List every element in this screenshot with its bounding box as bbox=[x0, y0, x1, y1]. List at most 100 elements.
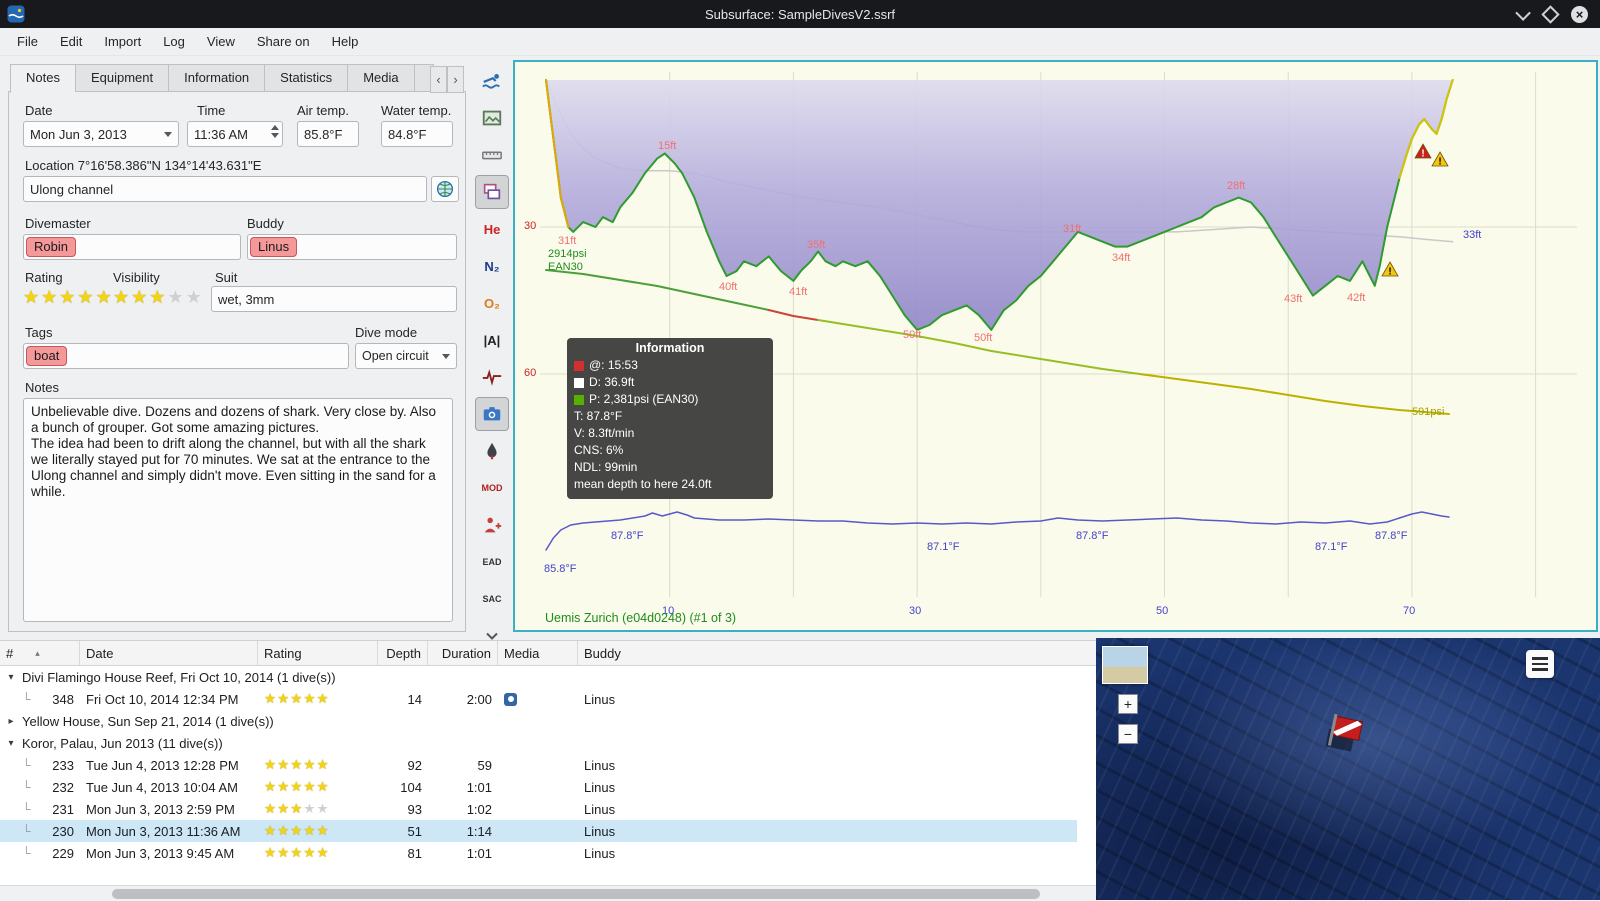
air-temp-field[interactable] bbox=[297, 121, 359, 147]
star-filled-icon[interactable]: ★ bbox=[59, 287, 77, 307]
star-filled-icon: ★ bbox=[264, 801, 278, 816]
star-filled-icon[interactable]: ★ bbox=[23, 287, 41, 307]
dive-row[interactable]: └ 231 Mon Jun 3, 2013 2:59 PM ★ ★ ★ ★ ★ 93 1:02 Li… bbox=[0, 798, 1077, 820]
info-box-row: T: 87.8°F bbox=[574, 409, 623, 423]
star-filled-icon[interactable]: ★ bbox=[41, 287, 59, 307]
buddy-field[interactable]: Linus bbox=[247, 234, 457, 260]
tab-information[interactable]: Information bbox=[168, 64, 265, 92]
dive-row[interactable]: └ 232 Tue Jun 4, 2013 10:04 AM ★ ★ ★ ★ ★ 104 1:01… bbox=[0, 776, 1077, 798]
minimize-icon[interactable] bbox=[1515, 4, 1531, 21]
column-header-date[interactable]: Date bbox=[80, 641, 258, 665]
titlebar[interactable]: Subsurface: SampleDivesV2.ssrf × bbox=[0, 0, 1600, 28]
toolbar-o2-button[interactable]: O₂ bbox=[475, 286, 509, 320]
menu-file[interactable]: File bbox=[6, 30, 49, 53]
map-inset-thumbnail[interactable] bbox=[1102, 646, 1148, 684]
star-empty-icon[interactable]: ★ bbox=[167, 287, 185, 307]
toolbar-show-photos-button[interactable] bbox=[475, 175, 509, 209]
heart-rate-icon bbox=[482, 369, 502, 386]
dive-date: Tue Jun 4, 2013 12:28 PM bbox=[86, 757, 239, 773]
trip-row[interactable]: ▾ Koror, Palau, Jun 2013 (11 dive(s)) bbox=[0, 732, 1077, 754]
divemaster-chip[interactable]: Robin bbox=[26, 237, 76, 257]
map-zoom-in-button[interactable]: + bbox=[1118, 694, 1138, 714]
column-header-num[interactable]: # ▴ bbox=[0, 641, 80, 665]
column-header-depth[interactable]: Depth bbox=[378, 641, 428, 665]
maximize-icon[interactable] bbox=[1541, 4, 1560, 24]
toolbar-tissues-button[interactable]: |A| bbox=[475, 323, 509, 357]
star-filled-icon: ★ bbox=[264, 779, 278, 794]
tab-statistics[interactable]: Statistics bbox=[264, 64, 348, 92]
column-header-buddy[interactable]: Buddy bbox=[578, 641, 1096, 665]
toolbar-photo-button[interactable] bbox=[475, 397, 509, 431]
star-filled-icon[interactable]: ★ bbox=[96, 287, 114, 307]
time-spin-icons[interactable] bbox=[271, 125, 279, 138]
tag-chip[interactable]: boat bbox=[26, 346, 68, 366]
close-icon[interactable]: × bbox=[1571, 5, 1588, 23]
column-header-rating[interactable]: Rating bbox=[258, 641, 378, 665]
toolbar-picture-frame-button[interactable] bbox=[475, 101, 509, 135]
map-zoom-out-button[interactable]: − bbox=[1118, 724, 1138, 744]
tab-scroll-right-icon[interactable]: › bbox=[447, 66, 464, 93]
star-empty-icon[interactable]: ★ bbox=[186, 287, 204, 307]
trip-row[interactable]: ▸ Yellow House, Sun Sep 21, 2014 (1 dive(… bbox=[0, 710, 1077, 732]
star-filled-icon[interactable]: ★ bbox=[131, 287, 149, 307]
tab-media[interactable]: Media bbox=[347, 64, 414, 92]
horizontal-scrollbar[interactable] bbox=[0, 885, 1096, 901]
dive-row[interactable]: └ 348 Fri Oct 10, 2014 12:34 PM ★ ★ ★ ★ ★ 14 2:00… bbox=[0, 688, 1077, 710]
divemaster-field[interactable]: Robin bbox=[23, 234, 241, 260]
tab-notes[interactable]: Notes bbox=[10, 64, 75, 93]
toolbar-mod-button[interactable]: MOD bbox=[475, 471, 509, 505]
map-location-button[interactable] bbox=[431, 176, 459, 202]
expand-trip-icon[interactable]: ▸ bbox=[5, 716, 17, 727]
trip-row[interactable]: ▾ Divi Flamingo House Reef, Fri Oct 10, 2… bbox=[0, 666, 1077, 688]
dive-buddy: Linus bbox=[584, 845, 616, 861]
suit-field[interactable] bbox=[211, 286, 457, 312]
tab-scroll-left-icon[interactable]: ‹ bbox=[430, 66, 447, 93]
star-filled-icon[interactable]: ★ bbox=[77, 287, 95, 307]
column-header-duration[interactable]: Duration bbox=[428, 641, 498, 665]
star-filled-icon[interactable]: ★ bbox=[149, 287, 167, 307]
media-video-icon[interactable] bbox=[504, 692, 517, 706]
dive-profile-chart[interactable]: !!! 15ft 28ft 31ft 2914psi EAN30 40ft 41ft 35ft… bbox=[513, 60, 1598, 632]
tab-equipment[interactable]: Equipment bbox=[74, 64, 169, 92]
map-panel[interactable]: + − bbox=[1096, 638, 1600, 900]
toolbar-ruler-button[interactable] bbox=[475, 138, 509, 172]
time-stepper[interactable]: 11:36 AM bbox=[187, 121, 283, 147]
dive-flag-marker[interactable] bbox=[1321, 710, 1381, 770]
menu-view[interactable]: View bbox=[196, 30, 246, 53]
menu-import[interactable]: Import bbox=[93, 30, 152, 53]
star-filled-icon: ★ bbox=[277, 757, 291, 772]
dive-mode-select[interactable]: Open circuit bbox=[355, 343, 457, 369]
tags-field[interactable]: boat bbox=[23, 343, 349, 369]
column-header-media[interactable]: Media bbox=[498, 641, 578, 665]
toolbar-heart-rate-button[interactable] bbox=[475, 360, 509, 394]
menu-share-on[interactable]: Share on bbox=[246, 30, 321, 53]
map-menu-button[interactable] bbox=[1526, 650, 1554, 678]
menu-edit[interactable]: Edit bbox=[49, 30, 93, 53]
rating-stars[interactable]: ★★★★★ bbox=[23, 288, 114, 306]
toolbar-ceiling-button[interactable] bbox=[475, 508, 509, 542]
dive-row[interactable]: └ 233 Tue Jun 4, 2013 12:28 PM ★ ★ ★ ★ ★ 92 59 Lin… bbox=[0, 754, 1077, 776]
visibility-stars[interactable]: ★★★★★ bbox=[113, 288, 204, 306]
menu-log[interactable]: Log bbox=[152, 30, 196, 53]
toolbar-sac-button[interactable]: SAC bbox=[475, 582, 509, 616]
collapse-trip-icon[interactable]: ▾ bbox=[5, 672, 17, 683]
toolbar-n2-button[interactable]: N₂ bbox=[475, 249, 509, 283]
tissues-label: |A| bbox=[483, 332, 501, 348]
star-filled-icon: ★ bbox=[264, 845, 278, 860]
location-field[interactable] bbox=[23, 176, 427, 202]
toolbar-he-button[interactable]: He bbox=[475, 212, 509, 246]
star-filled-icon[interactable]: ★ bbox=[113, 287, 131, 307]
collapse-trip-icon[interactable]: ▾ bbox=[5, 738, 17, 749]
scrollbar-handle[interactable] bbox=[112, 889, 1040, 899]
dive-row[interactable]: └ 229 Mon Jun 3, 2013 9:45 AM ★ ★ ★ ★ ★ 81 1:01 Li… bbox=[0, 842, 1077, 864]
person-plus-icon bbox=[484, 517, 502, 533]
menu-help[interactable]: Help bbox=[321, 30, 370, 53]
toolbar-gas-dye-button[interactable] bbox=[475, 434, 509, 468]
notes-textarea[interactable]: Unbelievable dive. Dozens and dozens of … bbox=[23, 398, 453, 622]
date-select[interactable]: Mon Jun 3, 2013 bbox=[23, 121, 179, 147]
water-temp-field[interactable] bbox=[381, 121, 453, 147]
buddy-chip[interactable]: Linus bbox=[250, 237, 298, 257]
dive-row[interactable]: └ 230 Mon Jun 3, 2013 11:36 AM ★ ★ ★ ★ ★ 51 1:14 L… bbox=[0, 820, 1077, 842]
toolbar-ead-button[interactable]: EAD bbox=[475, 545, 509, 579]
toolbar-swimmer-button[interactable] bbox=[475, 64, 509, 98]
